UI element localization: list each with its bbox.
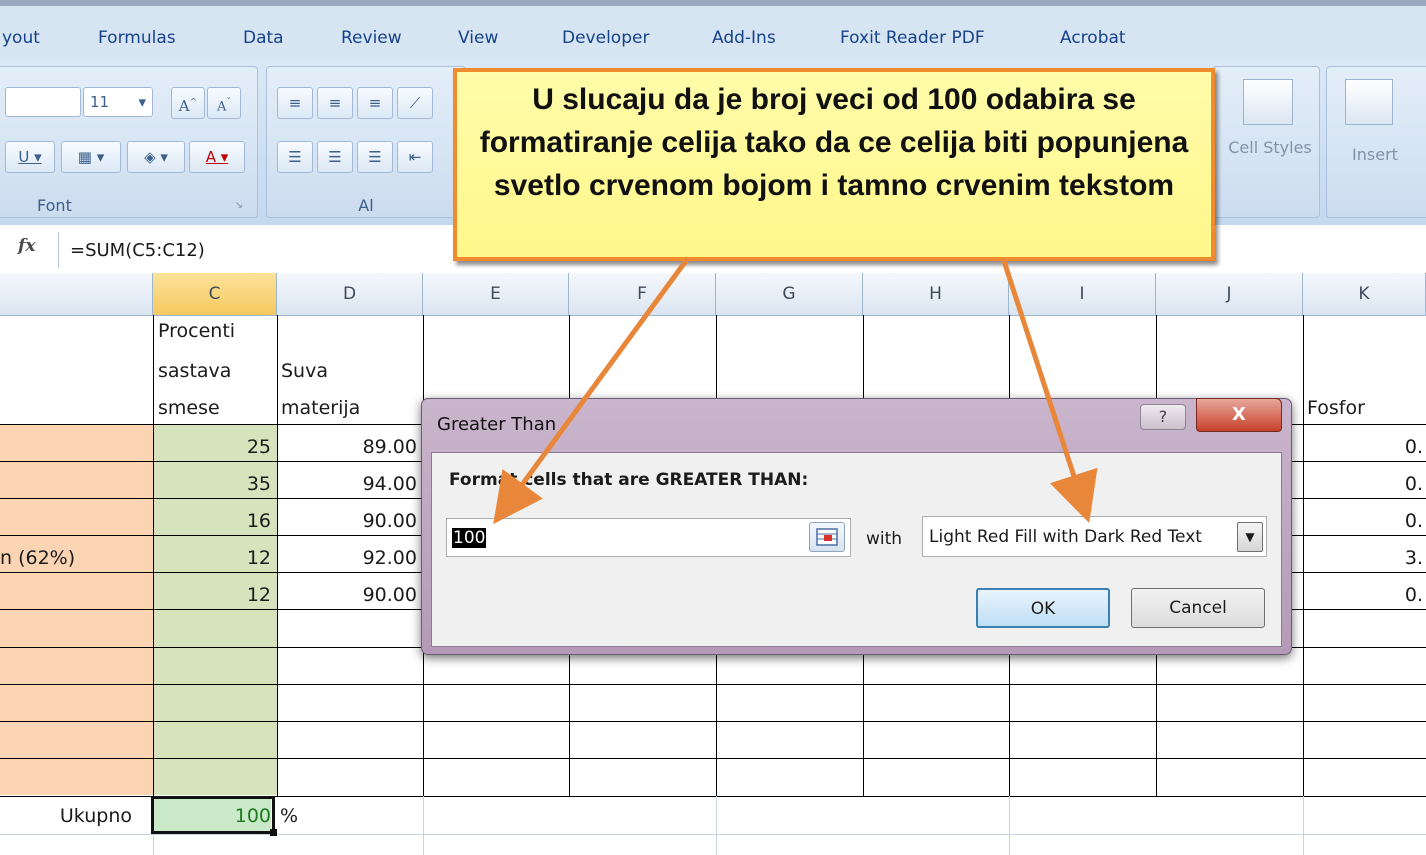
arrow-to-format [1000, 257, 1098, 524]
arrow-to-input [493, 256, 691, 525]
annotation-arrows [493, 256, 1098, 525]
